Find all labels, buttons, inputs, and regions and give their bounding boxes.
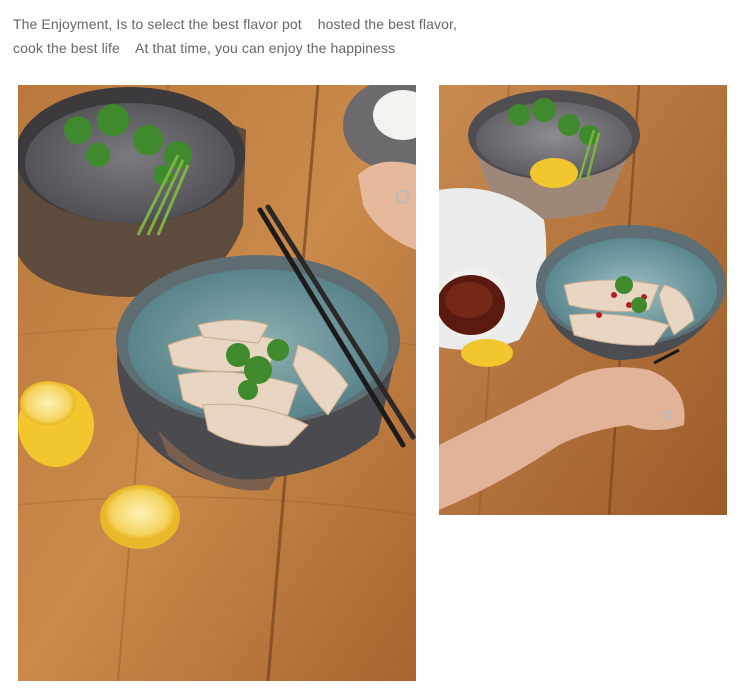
caption-line-2: cook the best life At that time, you can… — [13, 40, 396, 56]
product-photo-dining-scene — [439, 85, 727, 515]
product-photo-chicken-bowl — [18, 85, 416, 681]
caption-line-1: The Enjoyment, Is to select the best fla… — [13, 16, 457, 32]
product-caption: The Enjoyment, Is to select the best fla… — [13, 12, 733, 60]
